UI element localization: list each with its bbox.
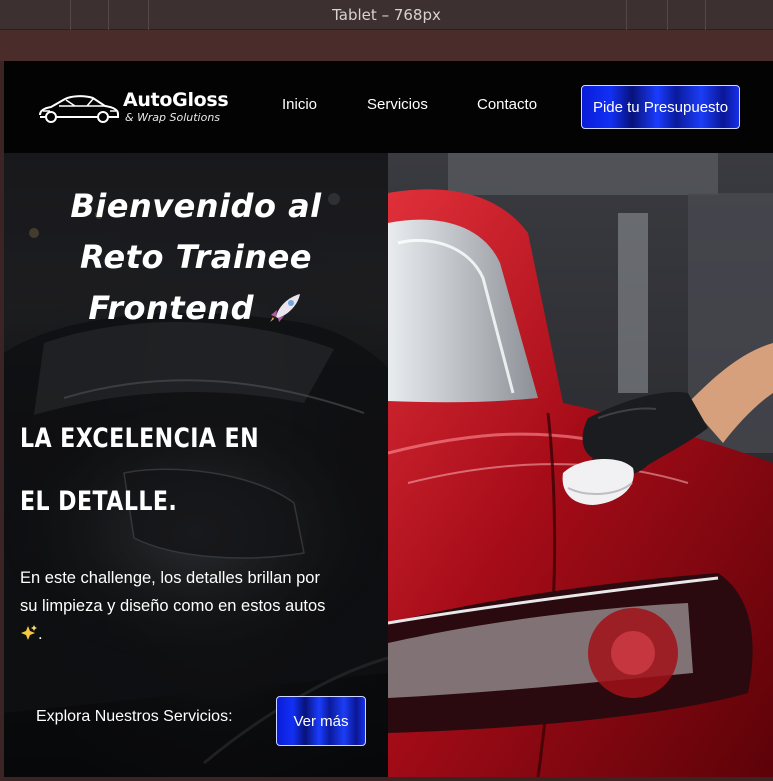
explore-services-label: Explora Nuestros Servicios: bbox=[36, 708, 233, 725]
brand[interactable]: AutoGloss & Wrap Solutions bbox=[37, 83, 247, 131]
hero-description-suffix: . bbox=[38, 625, 43, 643]
sparkles-icon bbox=[20, 623, 38, 641]
brand-name: AutoGloss bbox=[123, 89, 229, 111]
hero-subtitle: LA EXCELENCIA EN EL DETALLE. bbox=[20, 423, 260, 517]
rocket-icon bbox=[266, 287, 304, 322]
hero-image-panel bbox=[388, 153, 773, 777]
nav-link-servicios[interactable]: Servicios bbox=[367, 96, 428, 113]
request-quote-button[interactable]: Pide tu Presupuesto bbox=[581, 85, 740, 129]
devtools-ruler bbox=[0, 30, 773, 61]
hero-description-text: En este challenge, los detalles brillan … bbox=[20, 569, 326, 615]
hero-title: Bienvenido al Reto Trainee Frontend bbox=[24, 181, 368, 334]
page-viewport: AutoGloss & Wrap Solutions Inicio Servic… bbox=[4, 61, 773, 777]
see-more-button[interactable]: Ver más bbox=[276, 696, 366, 746]
hero-text-panel: Bienvenido al Reto Trainee Frontend LA E… bbox=[4, 153, 388, 777]
nav-link-contacto[interactable]: Contacto bbox=[477, 96, 537, 113]
viewport-bottom-edge bbox=[0, 777, 773, 781]
hero-description: En este challenge, los detalles brillan … bbox=[20, 564, 340, 648]
nav-link-inicio[interactable]: Inicio bbox=[282, 96, 317, 113]
navbar: AutoGloss & Wrap Solutions Inicio Servic… bbox=[4, 61, 773, 153]
device-size-label[interactable]: Tablet – 768px bbox=[0, 0, 773, 30]
red-car-polishing-image bbox=[388, 153, 773, 777]
brand-tagline: & Wrap Solutions bbox=[125, 111, 221, 124]
car-logo-icon bbox=[39, 95, 119, 123]
devtools-toolbar: Tablet – 768px bbox=[0, 0, 773, 30]
